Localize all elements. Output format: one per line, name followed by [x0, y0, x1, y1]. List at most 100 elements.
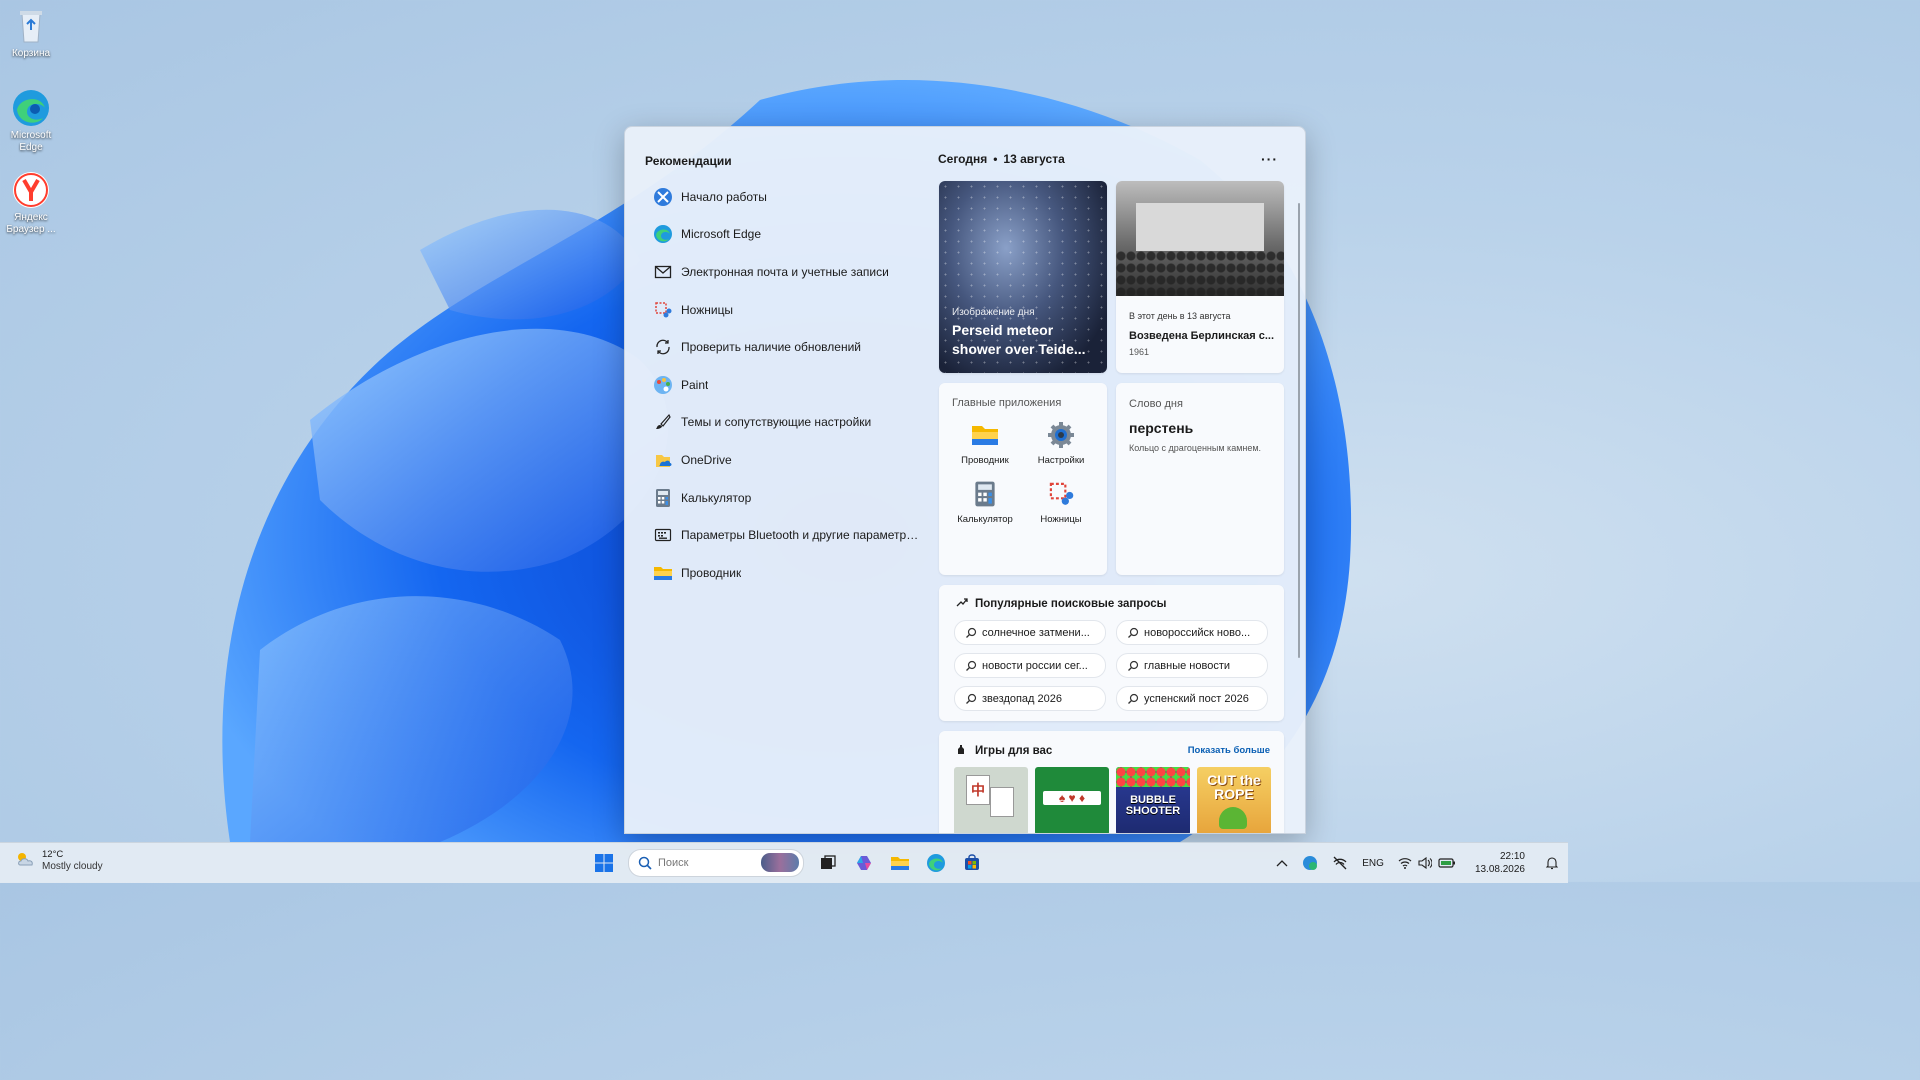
history-photo	[1116, 181, 1284, 296]
search-suggestion[interactable]: солнечное затмени...	[954, 620, 1106, 645]
rec-item-paint[interactable]: Paint	[645, 366, 945, 404]
desktop-icon-yandex[interactable]: Яндекс Браузер ...	[4, 170, 58, 236]
edge-icon	[653, 224, 673, 244]
on-this-day-card[interactable]: В этот день в 13 августа Возведена Берли…	[1116, 181, 1284, 373]
trending-title: Популярные поисковые запросы	[975, 597, 1167, 610]
task-view-button[interactable]	[812, 848, 844, 878]
onedrive-icon	[653, 450, 673, 470]
notifications-button[interactable]	[1546, 856, 1558, 870]
search-icon	[966, 660, 977, 671]
rec-item-bluetooth[interactable]: Параметры Bluetooth и другие параметры у…	[645, 516, 945, 554]
top-app-calculator[interactable]: Калькулятор	[947, 480, 1023, 525]
word-of-day-word: перстень	[1129, 420, 1194, 436]
weather-widget[interactable]: 12°C Mostly cloudy	[14, 849, 103, 873]
windows-logo-icon	[595, 854, 613, 872]
chevron-up-icon	[1276, 860, 1288, 867]
search-icon	[966, 693, 977, 704]
scrollbar-thumb[interactable]	[1298, 203, 1300, 658]
scissors-icon	[653, 300, 673, 320]
search-suggestion[interactable]: новости россии сег...	[954, 653, 1106, 678]
search-placeholder: Поиск	[658, 857, 689, 869]
store-icon	[965, 854, 979, 870]
search-icon	[1128, 693, 1139, 704]
volume-icon	[1418, 857, 1432, 869]
trending-icon	[956, 597, 968, 610]
search-highlight-image	[761, 853, 799, 872]
desktop-icon-recycle-bin[interactable]: Корзина	[4, 6, 58, 60]
copilot-icon	[857, 856, 871, 870]
folder-icon	[971, 421, 999, 449]
mail-icon	[653, 262, 673, 282]
rec-item-themes[interactable]: Темы и сопутствующие настройки	[645, 404, 945, 442]
clock[interactable]: 22:10 13.08.2026	[1475, 850, 1525, 876]
system-tray: ENG 22:10 13.08.2026	[1269, 843, 1568, 883]
game-tile-solitaire[interactable]: ♠ ♥ ♦	[1035, 767, 1109, 833]
store-button[interactable]	[956, 848, 988, 878]
rec-item-get-started[interactable]: Начало работы	[645, 178, 945, 216]
show-more-link[interactable]: Показать больше	[1188, 745, 1270, 756]
taskbar-search-input[interactable]: Поиск	[628, 849, 804, 877]
on-this-day-year: 1961	[1129, 347, 1150, 357]
quick-settings-button[interactable]	[1398, 857, 1456, 869]
copilot-button[interactable]	[848, 848, 880, 878]
more-options-button[interactable]: ···	[1261, 151, 1278, 167]
rec-item-mail[interactable]: Электронная почта и учетные записи	[645, 253, 945, 291]
trending-searches-card: Популярные поисковые запросы солнечное з…	[939, 585, 1284, 721]
search-suggestion[interactable]: главные новости	[1116, 653, 1268, 678]
rec-item-snipping[interactable]: Ножницы	[645, 291, 945, 329]
rec-item-edge[interactable]: Microsoft Edge	[645, 216, 945, 254]
paint-icon	[653, 375, 673, 395]
image-of-day-card[interactable]: Изображение дня Perseid meteor shower ov…	[939, 181, 1107, 373]
game-tile-bubble-shooter[interactable]: BUBBLE SHOOTER	[1116, 767, 1190, 833]
game-tile-cut-the-rope[interactable]: CUT the ROPE	[1197, 767, 1271, 833]
search-suggestion[interactable]: успенский пост 2026	[1116, 686, 1268, 711]
show-hidden-icons-button[interactable]	[1276, 859, 1288, 867]
cloudy-weather-icon	[14, 850, 36, 873]
search-suggestion[interactable]: новороссийск ново...	[1116, 620, 1268, 645]
language-indicator[interactable]: ENG	[1362, 858, 1384, 869]
desktop-icon-label: Корзина	[11, 48, 51, 59]
edge-button[interactable]	[920, 848, 952, 878]
search-icon	[1128, 660, 1139, 671]
game-tile-mahjong[interactable]: 中	[954, 767, 1028, 833]
top-app-settings[interactable]: Настройки	[1023, 421, 1099, 466]
word-of-day-card[interactable]: Слово дня перстень Кольцо с драгоценным …	[1116, 383, 1284, 575]
folder-icon	[891, 857, 909, 870]
task-view-icon	[821, 855, 836, 869]
rec-item-calculator[interactable]: Калькулятор	[645, 479, 945, 517]
battery-icon	[1438, 858, 1455, 868]
rec-item-explorer[interactable]: Проводник	[645, 554, 945, 592]
taskbar-center: Поиск	[588, 848, 988, 878]
taskbar: 12°C Mostly cloudy Поиск ENG 22:10 13.08…	[0, 842, 1568, 883]
recommendations-list: Начало работы Microsoft Edge Электронная…	[645, 178, 945, 592]
desktop-icon-edge[interactable]: Microsoft Edge	[4, 88, 58, 154]
image-of-day-kicker: Изображение дня	[952, 307, 1035, 318]
clock-date: 13.08.2026	[1474, 864, 1525, 875]
scissors-icon	[1047, 480, 1075, 508]
calculator-icon	[971, 480, 999, 508]
word-of-day-definition: Кольцо с драгоценным камнем.	[1129, 443, 1262, 453]
date-separator: •	[993, 152, 998, 166]
top-app-snipping[interactable]: Ножницы	[1023, 480, 1099, 525]
search-suggestion[interactable]: звездопад 2026	[954, 686, 1106, 711]
search-flyout: Рекомендации Начало работы Microsoft Edg…	[624, 126, 1306, 834]
clock-time: 22:10	[1499, 851, 1525, 862]
recycle-bin-icon	[11, 6, 51, 46]
today-section: Сегодня • 13 августа ··· Изображение дня…	[938, 151, 1284, 833]
security-icon[interactable]	[1302, 855, 1318, 871]
get-started-icon	[653, 187, 673, 207]
scrollbar[interactable]	[1298, 187, 1301, 827]
file-explorer-button[interactable]	[884, 848, 916, 878]
start-button[interactable]	[588, 848, 620, 878]
brush-icon	[653, 412, 673, 432]
desktop-icon-label: Microsoft Edge	[10, 130, 52, 153]
games-card: Игры для вас Показать больше 中 ♠ ♥ ♦ BUB…	[939, 731, 1284, 833]
search-icon	[638, 856, 652, 870]
rec-item-updates[interactable]: Проверить наличие обновлений	[645, 328, 945, 366]
top-app-explorer[interactable]: Проводник	[947, 421, 1023, 466]
top-apps-card: Главные приложения Проводник Настройки К…	[939, 383, 1107, 575]
keyboard-icon	[653, 525, 673, 545]
rec-item-onedrive[interactable]: OneDrive	[645, 441, 945, 479]
network-off-icon[interactable]	[1332, 855, 1348, 871]
edge-icon	[927, 854, 945, 872]
